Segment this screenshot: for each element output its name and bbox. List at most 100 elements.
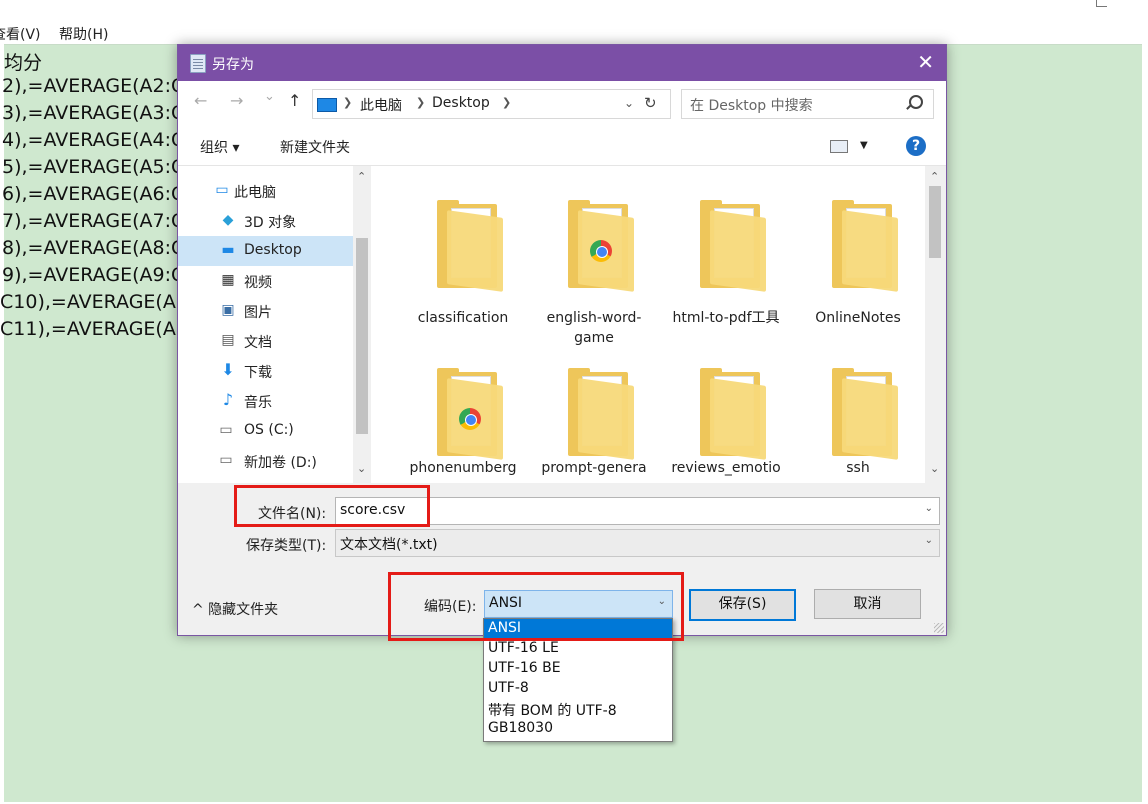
folder-chrome-icon xyxy=(568,200,634,292)
back-arrow-icon[interactable]: ← xyxy=(194,91,207,110)
folder-name: OnlineNotes xyxy=(815,310,901,326)
chrome-icon xyxy=(590,240,612,262)
folder-item[interactable]: reviews_emotio xyxy=(662,346,790,496)
music-icon: ♪ xyxy=(222,390,234,409)
text-line: 8),=AVERAGE(A8:C xyxy=(2,237,185,259)
file-list-scrollbar[interactable]: ⌃ ⌄ xyxy=(925,166,945,483)
refresh-icon[interactable]: ↻ xyxy=(644,95,660,111)
sidebar-item-music[interactable]: ♪ 音乐 xyxy=(178,386,353,416)
dialog-toolbar: 组织 ▾ 新建文件夹 ▼ ? xyxy=(178,127,946,166)
sidebar-item-volume-d[interactable]: ▭ 新加卷 (D:) xyxy=(178,446,353,476)
chevron-right-icon[interactable]: ❯ xyxy=(416,96,425,109)
view-options-icon[interactable] xyxy=(830,140,848,153)
sidebar-item-label: 此电脑 xyxy=(234,185,276,201)
folder-name: reviews_emotio xyxy=(671,460,781,476)
new-folder-button[interactable]: 新建文件夹 xyxy=(280,137,350,157)
dialog-title: 另存为 xyxy=(212,57,254,73)
sidebar-item-os-c[interactable]: ▭ OS (C:) xyxy=(178,416,353,446)
sidebar-item-documents[interactable]: ▤ 文档 xyxy=(178,326,353,356)
breadcrumb-this-pc[interactable]: 此电脑 xyxy=(360,95,402,115)
sidebar-item-videos[interactable]: ▦ 视频 xyxy=(178,266,353,296)
navigation-bar: ← → ⌄ ↑ ❯ 此电脑 ❯ Desktop ❯ ⌄ ↻ 在 Desktop … xyxy=(178,81,946,127)
file-list: classification english-word-game html-to… xyxy=(371,166,925,483)
chevron-down-icon[interactable]: ⌄ xyxy=(925,535,933,546)
sidebar-item-label: 视频 xyxy=(244,275,272,291)
folder-item[interactable]: classification xyxy=(399,178,527,328)
hide-folders-toggle[interactable]: ^ 隐藏文件夹 xyxy=(192,599,278,619)
sidebar-item-label: 3D 对象 xyxy=(244,215,297,231)
folder-item[interactable]: prompt-genera xyxy=(530,346,658,496)
sidebar-item-label: 图片 xyxy=(244,305,272,321)
sidebar-item-3d-objects[interactable]: ◆ 3D 对象 xyxy=(178,206,353,236)
folder-item[interactable]: english-word-game xyxy=(530,178,658,346)
scroll-down-icon[interactable]: ⌄ xyxy=(357,462,366,475)
address-dropdown-icon[interactable]: ⌄ xyxy=(624,96,634,110)
scrollbar-thumb[interactable] xyxy=(356,238,368,434)
text-line: 5),=AVERAGE(A5:C xyxy=(2,156,185,178)
cancel-button[interactable]: 取消 xyxy=(814,589,921,619)
folder-item[interactable]: phonenumberg xyxy=(399,346,527,496)
navigation-scrollbar[interactable]: ⌃ ⌄ xyxy=(353,166,371,483)
sidebar-item-label: 新加卷 (D:) xyxy=(244,455,317,471)
navigation-pane: ▭ 此电脑 ◆ 3D 对象 ▬ Desktop ▦ 视频 ▣ 图片 ▤ 文档 ⬇… xyxy=(178,166,371,483)
sidebar-item-pictures[interactable]: ▣ 图片 xyxy=(178,296,353,326)
picture-icon: ▣ xyxy=(221,302,235,318)
folder-name: classification xyxy=(417,310,509,326)
text-line: 9),=AVERAGE(A9:C xyxy=(2,264,185,286)
folder-item[interactable]: html-to-pdf工具 xyxy=(662,178,790,328)
menu-view[interactable]: 查看(V) xyxy=(0,24,41,44)
scrollbar-thumb[interactable] xyxy=(929,186,941,258)
menu-help[interactable]: 帮助(H) xyxy=(59,24,108,44)
window-corner-mark xyxy=(1096,0,1107,7)
filetype-select[interactable]: 文本文档(*.txt) ⌄ xyxy=(335,529,940,557)
text-line: 2),=AVERAGE(A2:C xyxy=(2,75,185,97)
computer-icon: ▭ xyxy=(215,182,229,198)
dialog-titlebar[interactable]: 另存为 ✕ xyxy=(178,45,946,81)
close-icon[interactable]: ✕ xyxy=(917,51,934,73)
recent-locations-chevron-icon[interactable]: ⌄ xyxy=(264,89,275,104)
search-placeholder: 在 Desktop 中搜索 xyxy=(690,98,813,114)
address-bar[interactable]: ❯ 此电脑 ❯ Desktop ❯ ⌄ xyxy=(312,89,671,119)
up-arrow-icon[interactable]: ↑ xyxy=(288,91,301,110)
folder-icon xyxy=(568,368,634,460)
sidebar-item-downloads[interactable]: ⬇ 下载 xyxy=(178,356,353,386)
scroll-up-icon[interactable]: ⌃ xyxy=(357,170,366,183)
scroll-down-icon[interactable]: ⌄ xyxy=(930,462,939,475)
search-icon xyxy=(909,95,923,109)
help-icon[interactable]: ? xyxy=(906,136,926,156)
cube-3d-icon: ◆ xyxy=(222,212,234,228)
encoding-option[interactable]: UTF-8 xyxy=(484,679,672,699)
encoding-option[interactable]: GB18030 xyxy=(484,719,672,739)
encoding-option[interactable]: 带有 BOM 的 UTF-8 xyxy=(484,699,672,719)
text-line: 4),=AVERAGE(A4:C xyxy=(2,129,185,151)
text-line: C10),=AVERAGE(A xyxy=(0,291,176,313)
sidebar-item-desktop[interactable]: ▬ Desktop xyxy=(178,236,353,266)
search-input[interactable]: 在 Desktop 中搜索 xyxy=(681,89,934,119)
encoding-option[interactable]: UTF-16 LE xyxy=(484,639,672,659)
chevron-right-icon[interactable]: ❯ xyxy=(502,96,511,109)
notepad-menubar: 查看(V) 帮助(H) xyxy=(0,20,1148,44)
organize-button[interactable]: 组织 ▾ xyxy=(200,137,239,157)
folder-item[interactable]: ssh xyxy=(794,346,922,496)
filetype-value: 文本文档(*.txt) xyxy=(340,537,438,553)
folder-icon xyxy=(832,368,898,460)
sidebar-item-label: 文档 xyxy=(244,335,272,351)
encoding-option[interactable]: UTF-16 BE xyxy=(484,659,672,679)
video-icon: ▦ xyxy=(221,272,235,288)
download-icon: ⬇ xyxy=(221,360,235,379)
breadcrumb-desktop[interactable]: Desktop xyxy=(432,95,490,111)
sidebar-item-label: Desktop xyxy=(244,242,302,258)
document-icon: ▤ xyxy=(221,332,235,348)
view-dropdown-icon[interactable]: ▼ xyxy=(860,140,868,151)
text-line: 7),=AVERAGE(A7:C xyxy=(2,210,185,232)
forward-arrow-icon[interactable]: → xyxy=(230,91,243,110)
scroll-up-icon[interactable]: ⌃ xyxy=(930,170,939,183)
chevron-right-icon[interactable]: ❯ xyxy=(343,96,352,109)
resize-grip-icon[interactable] xyxy=(934,623,944,633)
highlight-box-filename xyxy=(234,485,430,527)
save-button[interactable]: 保存(S) xyxy=(689,589,796,621)
chevron-down-icon[interactable]: ⌄ xyxy=(925,503,933,514)
sidebar-item-this-pc[interactable]: ▭ 此电脑 xyxy=(178,176,353,206)
folder-item[interactable]: OnlineNotes xyxy=(794,178,922,328)
drive-icon: ▭ xyxy=(219,422,233,438)
